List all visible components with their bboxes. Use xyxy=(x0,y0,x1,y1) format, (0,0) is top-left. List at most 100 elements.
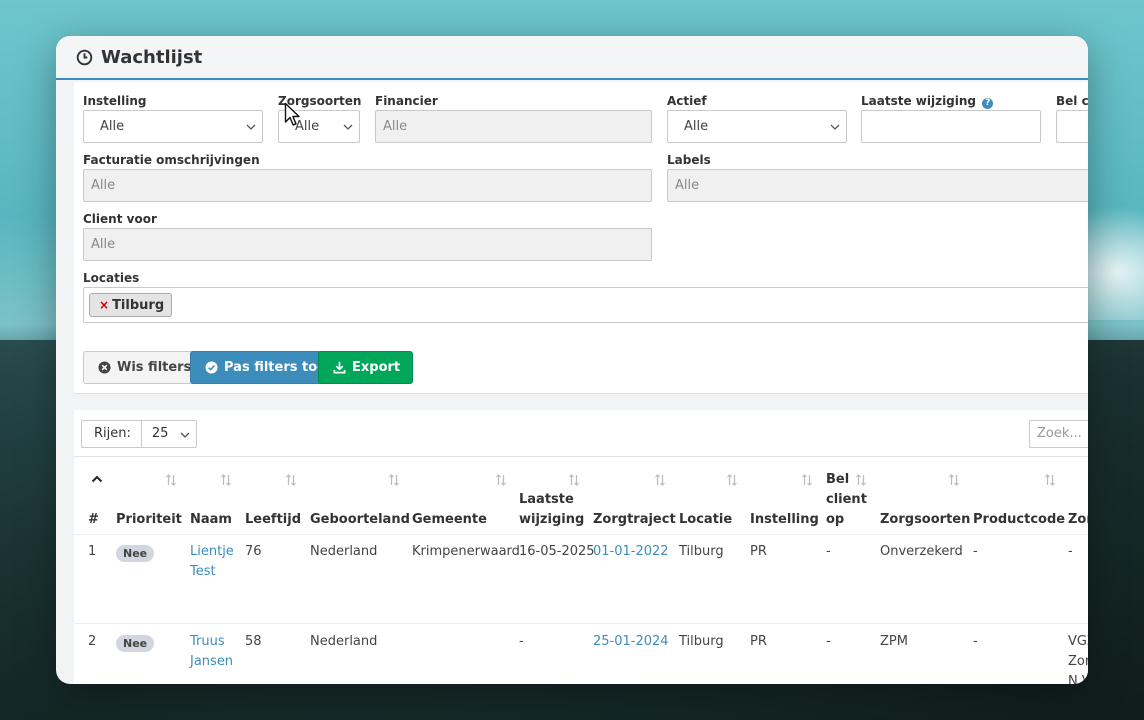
column-header-naam[interactable]: Naam xyxy=(190,510,232,530)
sort-icon[interactable] xyxy=(855,473,867,487)
export-label: Export xyxy=(352,360,401,375)
filter-panel: Instelling Alle Zorgsoorten Alle Financi… xyxy=(74,82,1088,394)
filter-laatste-wijziging-label: Laatste wijziging ? xyxy=(861,92,1041,110)
column-header-laatste-wijziging[interactable]: Laatste wijziging xyxy=(519,490,584,530)
sort-icon[interactable] xyxy=(726,473,738,487)
column-header-locatie[interactable]: Locatie xyxy=(679,510,732,530)
table-search-input[interactable]: Zoek... xyxy=(1029,420,1088,448)
sort-icon[interactable] xyxy=(654,473,666,487)
filter-instelling: Instelling Alle xyxy=(83,92,263,143)
pas-filters-toe-label: Pas filters toe xyxy=(224,360,326,375)
instelling-select[interactable]: Alle xyxy=(83,110,263,143)
row-separator xyxy=(74,623,1088,624)
pas-filters-toe-button[interactable]: Pas filters toe xyxy=(190,351,339,384)
download-icon xyxy=(333,361,346,374)
cell-leeftijd: 58 xyxy=(245,634,262,649)
clock-icon xyxy=(76,49,93,65)
times-circle-icon xyxy=(98,361,111,374)
wis-filters-button[interactable]: Wis filters xyxy=(83,351,205,384)
column-header-prioriteit[interactable]: Prioriteit xyxy=(116,510,182,530)
table-divider xyxy=(74,456,1088,457)
filter-bel-client: Bel cli xyxy=(1056,92,1088,143)
rows-label: Rijen: xyxy=(82,421,142,447)
filter-client-voor-label: Client voor xyxy=(83,212,157,226)
column-header-instelling[interactable]: Instelling xyxy=(750,510,819,530)
filter-locaties: Locaties × Tilburg xyxy=(83,269,1088,323)
export-button[interactable]: Export xyxy=(318,351,414,384)
window-titlebar: Wachtlijst xyxy=(56,36,1088,80)
column-header-nr[interactable]: # xyxy=(88,510,99,530)
cell-geboorteland: Nederland xyxy=(310,544,378,559)
cell-productcode: - xyxy=(973,544,978,559)
facturatie-multiselect[interactable]: Alle xyxy=(83,169,652,202)
cell-zorgsoorten: ZPM xyxy=(880,634,908,649)
remove-tag-icon[interactable]: × xyxy=(99,298,109,312)
table-panel: Rijen: 25 Zoek... # Prioriteit Naam Leef… xyxy=(74,410,1088,684)
location-tag: × Tilburg xyxy=(89,293,173,317)
check-circle-icon xyxy=(205,361,218,374)
status-badge: Nee xyxy=(116,635,155,652)
sort-icon[interactable] xyxy=(1044,473,1056,487)
cell-bel-client: - xyxy=(826,544,831,559)
column-header-geboorteland[interactable]: Geboorteland xyxy=(310,510,410,530)
cell-nr: 2 xyxy=(88,634,97,649)
locaties-multiselect[interactable]: × Tilburg xyxy=(83,287,1088,323)
sort-icon[interactable] xyxy=(388,473,400,487)
app-window: Wachtlijst Instelling Alle Zorgsoorten A… xyxy=(56,36,1088,684)
filter-labels-label: Labels xyxy=(667,153,711,167)
zorgtraject-link[interactable]: 01-01-2022 xyxy=(593,542,669,562)
filter-facturatie: Facturatie omschrijvingen Alle xyxy=(83,151,652,202)
sort-icon[interactable] xyxy=(801,473,813,487)
chevron-up-icon[interactable] xyxy=(90,472,104,486)
client-name-link[interactable]: Truus Jansen xyxy=(190,632,236,672)
filter-locaties-label: Locaties xyxy=(83,271,140,285)
sort-icon[interactable] xyxy=(495,473,507,487)
cell-zorgsoorten: Onverzekerd xyxy=(880,544,963,559)
actief-select[interactable]: Alle xyxy=(667,110,847,143)
labels-multiselect[interactable]: Alle xyxy=(667,169,1088,202)
cell-geboorteland: Nederland xyxy=(310,634,378,649)
chevron-down-icon xyxy=(830,124,840,130)
financier-multiselect[interactable]: Alle xyxy=(375,110,652,143)
column-header-zorgsoorten[interactable]: Zorgsoorten xyxy=(880,510,970,530)
sort-icon[interactable] xyxy=(220,473,232,487)
mouse-cursor-icon xyxy=(284,102,300,126)
cell-instelling: PR xyxy=(750,544,767,559)
rows-per-page-control: Rijen: 25 xyxy=(81,420,197,448)
column-header-zor[interactable]: Zor xyxy=(1068,510,1088,530)
sort-icon[interactable] xyxy=(285,473,297,487)
client-voor-multiselect[interactable]: Alle xyxy=(83,228,652,261)
sort-icon[interactable] xyxy=(165,473,177,487)
filter-laatste-wijziging: Laatste wijziging ? xyxy=(861,92,1041,143)
filter-actief: Actief Alle xyxy=(667,92,847,143)
column-header-zorgtraject[interactable]: Zorgtraject xyxy=(593,510,676,530)
cell-productcode: - xyxy=(973,634,978,649)
wis-filters-label: Wis filters xyxy=(117,360,192,375)
client-name-link[interactable]: Lientje Test xyxy=(190,542,236,582)
cell-zor: - xyxy=(1068,544,1073,559)
column-header-leeftijd[interactable]: Leeftijd xyxy=(245,510,301,530)
header-row-separator xyxy=(74,534,1088,535)
sort-icon[interactable] xyxy=(568,473,580,487)
sort-icon[interactable] xyxy=(948,473,960,487)
chevron-down-icon xyxy=(343,124,353,130)
cell-gemeente: Krimpenerwaard xyxy=(412,544,520,559)
chevron-down-icon xyxy=(180,432,190,438)
filter-facturatie-label: Facturatie omschrijvingen xyxy=(83,153,260,167)
filter-financier: Financier Alle xyxy=(375,92,652,143)
zorgtraject-link[interactable]: 25-01-2024 xyxy=(593,632,669,652)
page-title: Wachtlijst xyxy=(101,46,203,68)
status-badge: Nee xyxy=(116,545,155,562)
bel-client-input[interactable] xyxy=(1056,110,1088,143)
cell-bel-client: - xyxy=(826,634,831,649)
cell-leeftijd: 76 xyxy=(245,544,262,559)
rows-per-page-select[interactable]: 25 xyxy=(142,421,196,447)
laatste-wijziging-input[interactable] xyxy=(861,110,1041,143)
question-icon[interactable]: ? xyxy=(982,98,994,109)
filter-bel-client-label: Bel cli xyxy=(1056,94,1088,108)
filter-instelling-label: Instelling xyxy=(83,94,147,108)
column-header-productcode[interactable]: Productcode xyxy=(973,510,1065,530)
filter-labels: Labels Alle xyxy=(667,151,1088,202)
cell-locatie: Tilburg xyxy=(679,544,724,559)
column-header-gemeente[interactable]: Gemeente xyxy=(412,510,487,530)
